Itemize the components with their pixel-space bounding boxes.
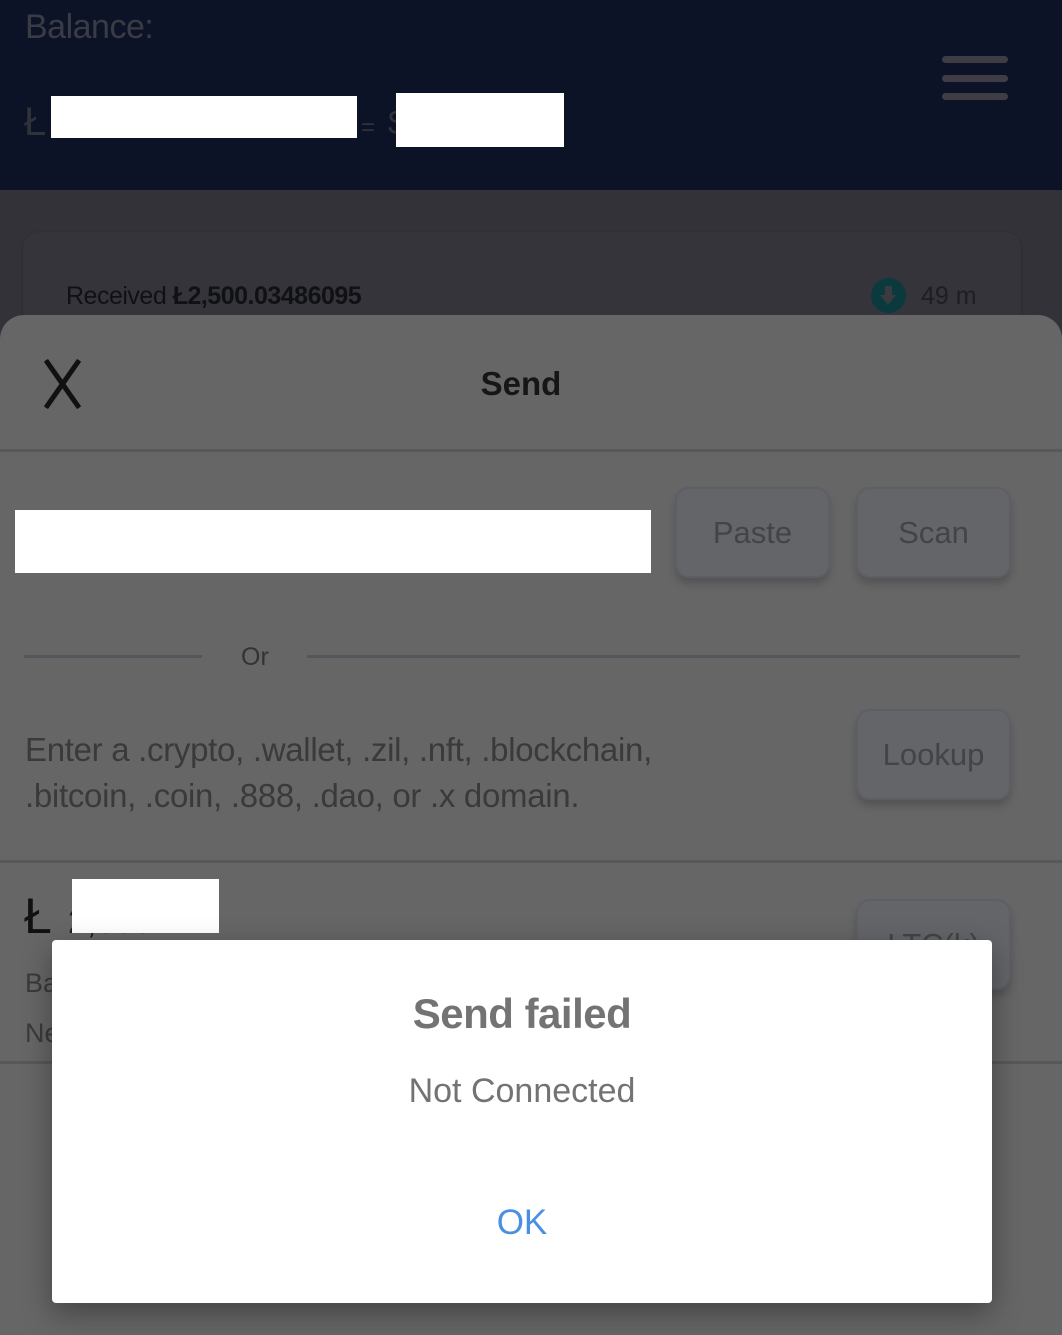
scan-button[interactable]: Scan bbox=[856, 487, 1011, 578]
dialog-message: Not Connected bbox=[408, 1072, 636, 1110]
or-divider-right bbox=[307, 655, 1020, 658]
ltc-currency-symbol: Ł bbox=[24, 100, 47, 144]
hamburger-menu-icon[interactable] bbox=[940, 54, 1010, 104]
sheet-title: Send bbox=[480, 365, 562, 402]
dialog-title: Send failed bbox=[412, 990, 632, 1037]
ok-button[interactable]: OK bbox=[472, 1195, 572, 1251]
or-label: Or bbox=[241, 643, 269, 671]
redacted-fiat-balance bbox=[396, 93, 564, 147]
balance-label: Balance: bbox=[25, 8, 154, 46]
section-divider bbox=[0, 860, 1062, 863]
arrow-down-circle-icon bbox=[871, 278, 906, 313]
transaction-time: 49 m bbox=[921, 282, 977, 310]
transaction-amount: Ł2,500.03486095 bbox=[172, 282, 362, 310]
lookup-button[interactable]: Lookup bbox=[856, 709, 1011, 800]
header-divider bbox=[0, 449, 1062, 452]
transaction-prefix: Received bbox=[66, 282, 167, 310]
amount-currency-symbol: Ł bbox=[24, 888, 52, 944]
paste-button[interactable]: Paste bbox=[675, 487, 830, 578]
domain-lookup-hint[interactable]: Enter a .crypto, .wallet, .zil, .nft, .b… bbox=[25, 727, 745, 819]
redacted-ltc-balance bbox=[51, 96, 357, 138]
send-failed-dialog: Send failed Not Connected OK bbox=[52, 940, 992, 1303]
transaction-description: Received Ł2,500.03486095 bbox=[66, 282, 362, 311]
wallet-header: Balance: Ł = $ bbox=[0, 0, 1062, 190]
equals-sign: = bbox=[361, 114, 376, 141]
address-input[interactable] bbox=[15, 510, 651, 573]
or-divider-left bbox=[24, 655, 202, 658]
redacted-amount bbox=[72, 879, 219, 933]
